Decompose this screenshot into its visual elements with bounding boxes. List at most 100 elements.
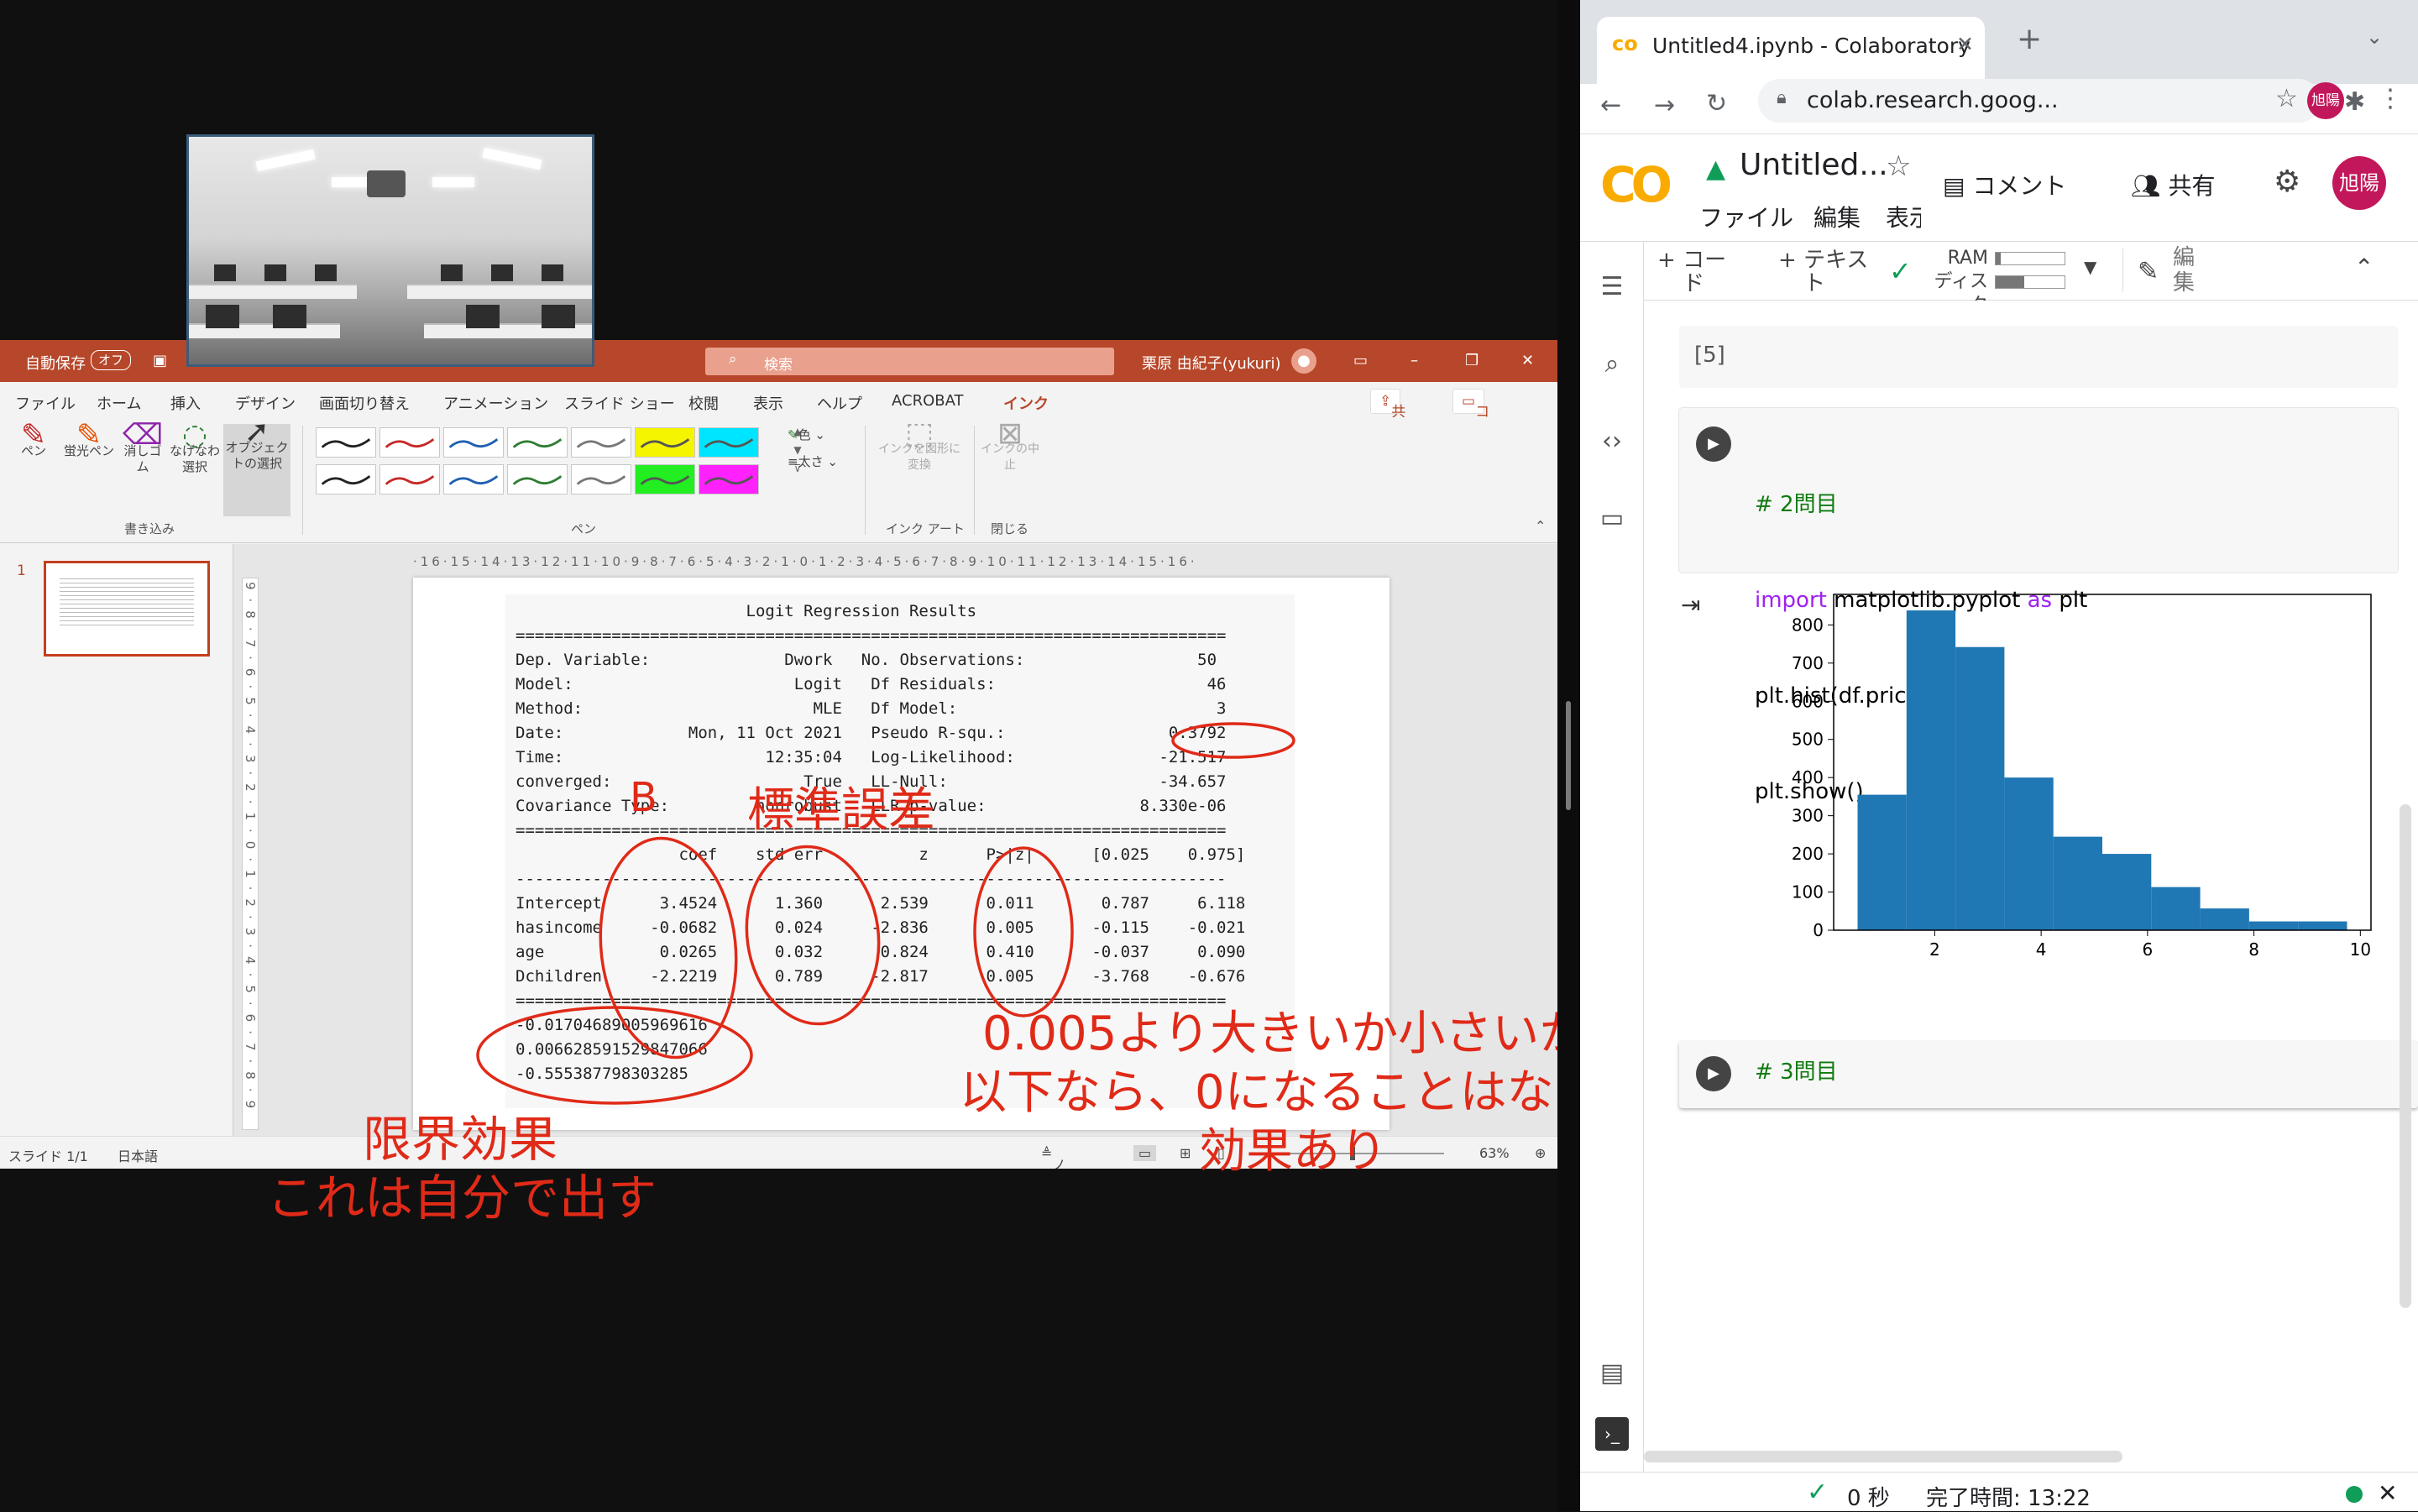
divider-handle[interactable] xyxy=(1566,701,1571,810)
tab-insert[interactable]: 挿入 xyxy=(170,392,201,414)
collapse-header-icon[interactable]: ⌃ xyxy=(2354,254,2374,281)
tab-home[interactable]: ホーム xyxy=(97,392,141,414)
settings-gear-icon[interactable]: ⚙ xyxy=(2274,165,2300,199)
tab-acrobat[interactable]: ACROBAT xyxy=(892,392,964,410)
close-icon[interactable]: ✕ xyxy=(1521,352,1534,369)
tab-search-icon[interactable]: ⌄ xyxy=(2366,25,2383,49)
ppt-search-box[interactable]: ⌕ 検索 xyxy=(705,348,1114,375)
code-snippets-icon[interactable]: ‹› xyxy=(1595,426,1629,460)
pen-swatch[interactable] xyxy=(571,464,631,494)
pen-swatch[interactable] xyxy=(699,427,759,458)
edit-pencil-icon[interactable]: ✎ xyxy=(2138,257,2159,286)
edit-label[interactable]: 編集 xyxy=(2173,245,2206,296)
toc-icon[interactable]: ☰ xyxy=(1595,272,1629,306)
tab-help[interactable]: ヘルプ xyxy=(817,392,862,414)
pen-swatch[interactable] xyxy=(316,427,376,458)
minimize-icon[interactable]: – xyxy=(1410,352,1418,369)
select-objects-tool[interactable]: ➚ オブジェクトの選択 xyxy=(223,417,290,516)
colab-comment-button[interactable]: ▤ コメント xyxy=(1943,168,2066,201)
menu-file[interactable]: ファイル xyxy=(1699,200,1793,233)
colab-share-button[interactable]: 👥︎ 共有 xyxy=(2131,168,2215,201)
collapse-ribbon-icon[interactable]: ⌃ xyxy=(1535,518,1546,534)
star-notebook-icon[interactable]: ☆ xyxy=(1886,149,1911,183)
thickness-picker[interactable]: ≡太さ ⌄ xyxy=(788,454,855,470)
tab-slideshow[interactable]: スライド ショー xyxy=(564,392,675,414)
run-cell-button[interactable]: ▶ xyxy=(1696,1056,1731,1091)
code-comment[interactable]: # 3問目 xyxy=(1755,1056,1838,1088)
pen-swatch[interactable] xyxy=(635,464,695,494)
highlighter-tool[interactable]: ✎ 蛍光ペン xyxy=(59,421,119,459)
colab-user-avatar[interactable]: 旭陽 xyxy=(2332,156,2386,210)
save-icon[interactable]: ▣ xyxy=(153,352,167,369)
address-bar[interactable]: 🔒︎ colab.research.goog... ☆ xyxy=(1758,79,2321,123)
pen-swatch[interactable] xyxy=(379,464,440,494)
chrome-profile-avatar[interactable]: 旭陽 xyxy=(2307,82,2344,119)
pen-swatch[interactable] xyxy=(379,427,440,458)
histogram-bar xyxy=(2298,921,2347,930)
add-code-button[interactable]: + コード xyxy=(1657,249,1733,296)
new-tab-icon[interactable]: + xyxy=(2017,22,2042,56)
menu-edit[interactable]: 編集 xyxy=(1814,200,1861,233)
tab-close-icon[interactable]: ✕ xyxy=(1956,32,1974,56)
terminal-icon[interactable]: ›_ xyxy=(1595,1417,1629,1451)
horizontal-scrollbar[interactable] xyxy=(1644,1451,2122,1462)
fit-slide-icon[interactable]: ⊕ xyxy=(1535,1145,1546,1161)
pen-tool[interactable]: ✎ ペン xyxy=(8,421,59,459)
lasso-tool[interactable]: ◌ なげなわ選択 xyxy=(168,421,222,475)
normal-view-icon[interactable]: ▭ xyxy=(1133,1145,1157,1161)
code-cell-q3[interactable]: ▶ # 3問目 xyxy=(1679,1041,2418,1108)
output-action-icon[interactable]: ⇥ xyxy=(1681,591,1700,619)
stop-inking-button[interactable]: ⊠ インクの中止 xyxy=(981,419,1039,473)
pen-swatch[interactable] xyxy=(571,427,631,458)
tab-transitions[interactable]: 画面切り替え xyxy=(319,392,410,414)
ribbon-display-icon[interactable]: ▭ xyxy=(1353,352,1368,369)
restore-icon[interactable]: ❐ xyxy=(1465,352,1479,369)
pen-swatch[interactable] xyxy=(316,464,376,494)
pen-swatch[interactable] xyxy=(507,464,568,494)
pen-swatch[interactable] xyxy=(699,464,759,494)
forward-icon[interactable]: → xyxy=(1654,91,1675,120)
command-palette-icon[interactable]: ▤ xyxy=(1595,1358,1629,1392)
tab-view[interactable]: 表示 xyxy=(753,392,783,414)
pen-swatch[interactable] xyxy=(443,464,504,494)
notebook-scrollbar[interactable] xyxy=(2400,804,2411,1308)
ink-to-shape-button[interactable]: ⬚ インクを図形に変換 xyxy=(873,419,966,473)
pc-monitor xyxy=(214,264,236,281)
back-icon[interactable]: ← xyxy=(1600,91,1621,120)
files-folder-icon[interactable]: ▭ xyxy=(1595,504,1629,537)
ppt-comment-button[interactable]: ▭ コメント xyxy=(1452,389,1489,484)
tab-design[interactable]: デザイン xyxy=(235,392,296,414)
tab-file[interactable]: ファイル xyxy=(15,392,76,414)
status-close-icon[interactable]: ✕ xyxy=(2378,1479,2397,1507)
run-cell-button[interactable]: ▶ xyxy=(1696,426,1731,462)
sorter-view-icon[interactable]: ⊞ xyxy=(1180,1145,1191,1161)
pen-swatch[interactable] xyxy=(635,427,695,458)
colab-logo-icon[interactable]: CO xyxy=(1600,156,1672,213)
screen-split-divider[interactable] xyxy=(1557,0,1580,1511)
slide-thumbnail[interactable] xyxy=(44,561,210,657)
eraser-tool[interactable]: ⌫ 消しゴム xyxy=(119,421,166,475)
chrome-menu-icon[interactable]: ⋮ xyxy=(2378,84,2403,113)
reload-icon[interactable]: ↻ xyxy=(1706,89,1727,118)
ppt-share-button[interactable]: ⇪ 共有 xyxy=(1370,389,1405,442)
pen-swatch[interactable] xyxy=(507,427,568,458)
autosave-toggle[interactable]: オフ xyxy=(91,350,132,370)
code-cell-q2[interactable]: ▶ # 2問目 import matplotlib.pyplot as plt … xyxy=(1679,408,2398,804)
pen-swatch[interactable] xyxy=(443,427,504,458)
bookmark-star-icon[interactable]: ☆ xyxy=(2275,84,2298,113)
browser-tab[interactable]: co Untitled4.ipynb - Colaboratory ✕ xyxy=(1597,17,1985,86)
ribbon-divider xyxy=(302,426,303,535)
tab-review[interactable]: 校閲 xyxy=(688,392,719,414)
notes-button[interactable]: ≜ノート xyxy=(1041,1145,1065,1169)
puzzle-extensions-icon[interactable]: ✱ xyxy=(2344,87,2365,117)
tab-animations[interactable]: アニメーション xyxy=(443,392,548,414)
runtime-dropdown-icon[interactable]: ▼ xyxy=(2084,257,2096,277)
search-icon[interactable]: ⌕ xyxy=(1595,349,1629,383)
menu-view[interactable]: 表示 xyxy=(1886,200,1921,233)
color-picker[interactable]: ✎色 ⌄ xyxy=(788,427,846,443)
user-avatar-icon[interactable]: ● xyxy=(1291,348,1316,374)
output-cell-5[interactable]: [5] xyxy=(1679,326,2398,388)
thumbnail-number: 1 xyxy=(17,562,26,579)
notebook-name[interactable]: Untitled... xyxy=(1740,148,1888,182)
add-text-button[interactable]: + テキスト xyxy=(1778,249,1871,296)
